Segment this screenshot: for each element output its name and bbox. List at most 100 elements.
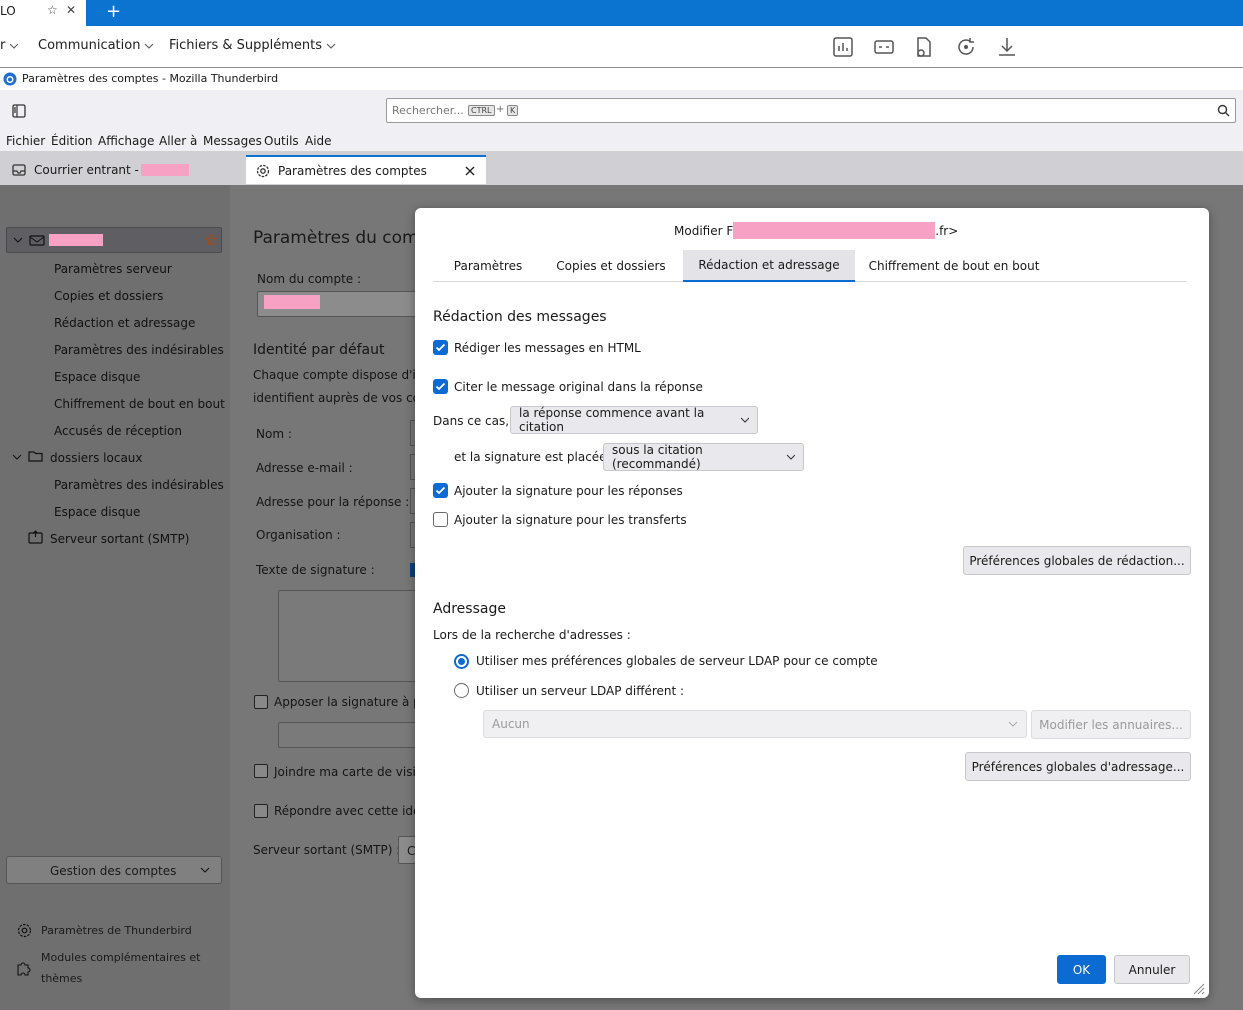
checkmark-icon bbox=[435, 343, 446, 352]
chevron-down-icon bbox=[326, 43, 336, 49]
signature-position-select[interactable]: sous la citation (recommandé) bbox=[603, 443, 804, 471]
sidebar-item-smtp[interactable]: Serveur sortant (SMTP) bbox=[50, 532, 189, 546]
composition-heading: Rédaction des messages bbox=[433, 309, 607, 325]
redaction-mark bbox=[733, 222, 936, 239]
chevron-down-icon bbox=[786, 454, 795, 460]
sidebar-item-copies[interactable]: Copies et dossiers bbox=[54, 289, 163, 303]
menu-messages[interactable]: Messages bbox=[203, 134, 262, 148]
browser-tab-label: LO bbox=[0, 4, 16, 18]
document-icon[interactable] bbox=[912, 35, 936, 59]
attach-vcard-checkbox[interactable] bbox=[254, 764, 268, 778]
sidebar-item-composition[interactable]: Rédaction et adressage bbox=[54, 316, 195, 330]
menu-aide[interactable]: Aide bbox=[305, 134, 332, 148]
chevron-down-icon[interactable] bbox=[12, 454, 22, 460]
account-icon bbox=[29, 235, 45, 246]
reply-position-select[interactable]: la réponse commence avant la citation bbox=[510, 406, 758, 434]
folder-icon bbox=[28, 451, 43, 462]
menu-fichiers[interactable]: Fichiers & Suppléments bbox=[169, 38, 336, 53]
chevron-down-icon bbox=[1008, 721, 1018, 727]
quote-original-label[interactable]: Citer le message original dans la répons… bbox=[454, 380, 703, 394]
cancel-button[interactable]: Annuler bbox=[1114, 955, 1190, 984]
new-tab-button[interactable]: + bbox=[106, 1, 121, 22]
sidebar-item-e2e[interactable]: Chiffrement de bout en bout bbox=[54, 397, 225, 411]
signature-file-field[interactable] bbox=[278, 722, 418, 748]
sig-forwards-checkbox[interactable] bbox=[433, 512, 448, 527]
sidebar-item-disk[interactable]: Espace disque bbox=[54, 370, 140, 384]
puzzle-icon bbox=[17, 962, 31, 976]
sidebar-item-junk[interactable]: Paramètres des indésirables bbox=[54, 343, 224, 357]
menu-communication[interactable]: Communication bbox=[38, 38, 154, 53]
sidebar-toggle-icon[interactable] bbox=[12, 104, 26, 118]
manage-accounts-label: Gestion des comptes bbox=[50, 864, 177, 878]
account-name-field[interactable] bbox=[257, 291, 417, 317]
chevron-down-icon bbox=[740, 417, 749, 423]
dialog-title-suffix: .fr> bbox=[935, 223, 959, 238]
html-compose-checkbox[interactable] bbox=[433, 340, 448, 355]
tab-label: Chiffrement de bout en bout bbox=[868, 259, 1040, 273]
cancel-label: Annuler bbox=[1128, 962, 1176, 977]
tab-parametres[interactable]: Paramètres bbox=[443, 250, 533, 282]
tb-settings-link[interactable]: Paramètres de Thunderbird bbox=[41, 924, 192, 937]
addons-link-2[interactable]: thèmes bbox=[41, 972, 82, 985]
identity-desc-2: identifient auprès de vos cor bbox=[253, 391, 425, 405]
menu-fichier[interactable]: Fichier bbox=[6, 134, 45, 148]
star-icon[interactable]: ☆ bbox=[47, 3, 58, 17]
sidebar-item-local-junk[interactable]: Paramètres des indésirables bbox=[54, 478, 224, 492]
search-input[interactable]: Rechercher... CTRL + K bbox=[386, 98, 1236, 123]
ldap-other-radio[interactable] bbox=[454, 683, 469, 698]
sig-replies-label[interactable]: Ajouter la signature pour les réponses bbox=[454, 484, 683, 498]
chart-icon[interactable] bbox=[831, 35, 855, 59]
tab-inbox[interactable]: Courrier entrant - bbox=[0, 155, 243, 184]
menu-label: r bbox=[0, 38, 6, 53]
redaction-mark bbox=[264, 295, 320, 309]
download-icon[interactable] bbox=[995, 35, 1019, 59]
attach-signature-checkbox[interactable] bbox=[254, 695, 268, 709]
global-addressing-button[interactable]: Préférences globales d'adressage... bbox=[965, 752, 1191, 781]
account-name-label: Nom du compte : bbox=[257, 272, 362, 286]
sidebar-item-server[interactable]: Paramètres serveur bbox=[54, 262, 172, 276]
ok-button[interactable]: OK bbox=[1057, 955, 1106, 984]
card-icon[interactable] bbox=[872, 35, 896, 59]
search-icon[interactable] bbox=[1217, 104, 1230, 117]
global-composition-button[interactable]: Préférences globales de rédaction... bbox=[963, 546, 1191, 575]
sidebar-account-row[interactable]: giraud bbox=[6, 227, 222, 253]
chevron-down-icon bbox=[145, 43, 154, 49]
menu-edition[interactable]: Édition bbox=[51, 134, 93, 148]
close-icon[interactable]: ✕ bbox=[66, 3, 76, 17]
sidebar-item-local-disk[interactable]: Espace disque bbox=[54, 505, 140, 519]
tab-copies[interactable]: Copies et dossiers bbox=[549, 250, 673, 282]
ldap-other-label[interactable]: Utiliser un serveur LDAP différent : bbox=[476, 684, 684, 698]
close-tab-icon[interactable] bbox=[465, 166, 475, 176]
ldap-global-radio[interactable] bbox=[454, 654, 469, 669]
edit-directories-button[interactable]: Modifier les annuaires... bbox=[1031, 710, 1191, 739]
tab-composition[interactable]: Rédaction et adressage bbox=[683, 250, 855, 282]
reply-identity-checkbox[interactable] bbox=[254, 804, 268, 818]
sig-forwards-label[interactable]: Ajouter la signature pour les transferts bbox=[454, 513, 687, 527]
menu-r[interactable]: r bbox=[0, 38, 19, 53]
resize-grip-icon[interactable] bbox=[1192, 982, 1205, 995]
signature-textarea[interactable] bbox=[278, 590, 418, 682]
tab-e2e[interactable]: Chiffrement de bout en bout bbox=[863, 250, 1045, 282]
addons-link[interactable]: Modules complémentaires et bbox=[41, 951, 200, 964]
menu-outils[interactable]: Outils bbox=[264, 134, 299, 148]
browser-tab[interactable]: LO ☆ ✕ bbox=[0, 0, 86, 26]
menu-affichage[interactable]: Affichage bbox=[98, 134, 154, 148]
refresh-icon[interactable] bbox=[954, 35, 978, 59]
tab-account-settings[interactable]: Paramètres des comptes bbox=[246, 155, 486, 184]
outbox-icon bbox=[28, 530, 43, 544]
menu-label: Fichiers & Suppléments bbox=[169, 38, 323, 53]
html-compose-label[interactable]: Rédiger les messages en HTML bbox=[454, 341, 641, 355]
quote-original-checkbox[interactable] bbox=[433, 379, 448, 394]
sidebar-item-receipts[interactable]: Accusés de réception bbox=[54, 424, 182, 438]
edit-directories-label: Modifier les annuaires... bbox=[1039, 717, 1183, 732]
sidebar-item-local-folders[interactable]: dossiers locaux bbox=[50, 451, 143, 465]
gear-icon bbox=[17, 923, 32, 938]
shortcut-key-k: K bbox=[507, 105, 519, 116]
sig-replies-checkbox[interactable] bbox=[433, 483, 448, 498]
address-lookup-label: Lors de la recherche d'adresses : bbox=[433, 628, 631, 642]
ldap-global-label[interactable]: Utiliser mes préférences globales de ser… bbox=[476, 654, 878, 668]
manage-accounts-button[interactable]: Gestion des comptes bbox=[6, 856, 222, 884]
ldap-server-select[interactable]: Aucun bbox=[483, 710, 1027, 738]
menu-aller[interactable]: Aller à bbox=[159, 134, 197, 148]
chevron-down-icon bbox=[10, 43, 19, 49]
